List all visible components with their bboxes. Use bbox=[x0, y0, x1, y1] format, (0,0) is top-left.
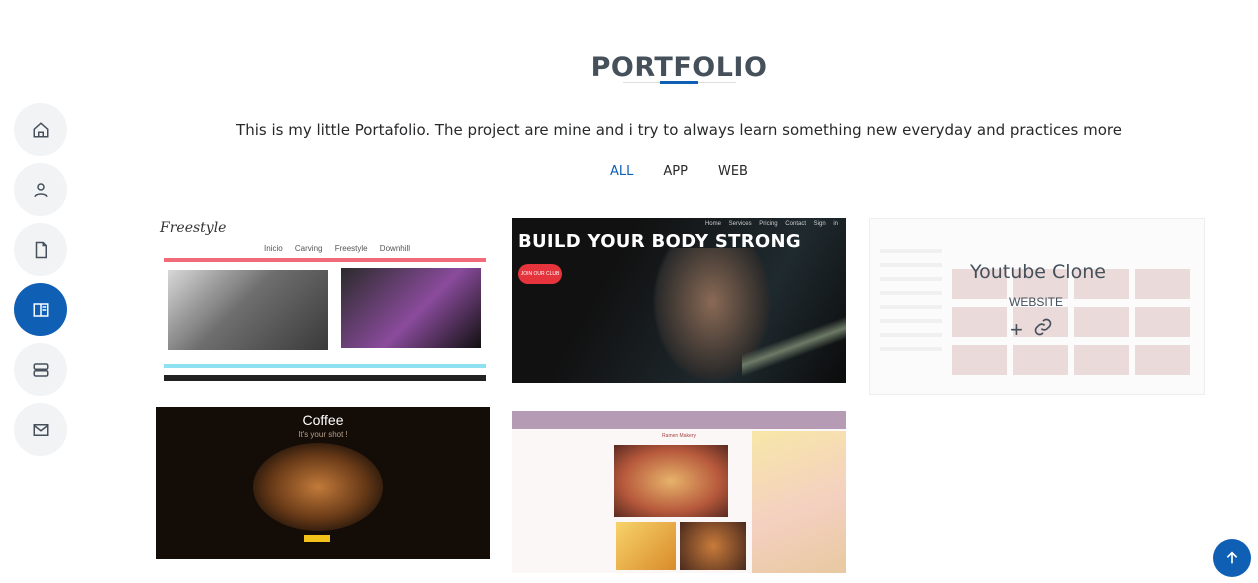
link-icon[interactable] bbox=[1033, 317, 1053, 343]
portfolio-item-freestyle[interactable]: Freestyle Inicio Carving Freestyle Downh… bbox=[156, 218, 490, 383]
portfolio-item-gym[interactable]: Home Services Pricing Contact Sign in BU… bbox=[512, 218, 846, 383]
filter-all[interactable]: ALL bbox=[608, 164, 635, 179]
back-to-top-button[interactable] bbox=[1213, 539, 1251, 577]
ramen-dish-image bbox=[680, 522, 746, 570]
portfolio-item-youtube-clone[interactable]: Youtube Clone WEBSITE + bbox=[869, 218, 1205, 395]
coffee-order-button bbox=[304, 535, 330, 542]
nav-contact-button[interactable] bbox=[14, 403, 67, 456]
portfolio-item-coffee[interactable]: Coffee It's your shot ! bbox=[156, 407, 490, 559]
nav-portfolio-button[interactable] bbox=[14, 283, 67, 336]
nav-resume-button[interactable] bbox=[14, 223, 67, 276]
section-title: PORTFOLIO bbox=[590, 52, 768, 84]
freestyle-bar-bottom bbox=[164, 364, 486, 368]
freestyle-menu: Inicio Carving Freestyle Downhill bbox=[264, 244, 411, 253]
freestyle-bar-top bbox=[164, 258, 486, 262]
coffee-subtitle: It's your shot ! bbox=[298, 430, 348, 439]
portfolio-filters: ALL APP WEB bbox=[0, 164, 1258, 179]
file-icon bbox=[35, 241, 47, 258]
freestyle-video-strip bbox=[164, 375, 486, 381]
project-actions: + bbox=[1010, 317, 1053, 343]
freestyle-logo: Freestyle bbox=[160, 220, 227, 236]
person-icon bbox=[33, 182, 48, 197]
section-subtitle: This is my little Portafolio. The projec… bbox=[236, 121, 1122, 139]
gym-nav: Home Services Pricing Contact Sign in bbox=[704, 221, 838, 227]
filter-web[interactable]: WEB bbox=[716, 164, 750, 179]
book-icon bbox=[33, 302, 48, 317]
freestyle-image-2 bbox=[341, 268, 481, 348]
arrow-up-icon bbox=[1226, 551, 1238, 564]
ramen-character-image bbox=[752, 431, 846, 573]
plus-icon[interactable]: + bbox=[1010, 317, 1023, 343]
side-navigation bbox=[14, 103, 67, 463]
gym-join-button: JOIN OUR CLUB bbox=[518, 264, 562, 284]
title-divider-accent bbox=[660, 81, 698, 84]
project-category: WEBSITE bbox=[1009, 295, 1064, 309]
project-title: Youtube Clone bbox=[970, 261, 1106, 283]
ramen-side-image bbox=[616, 522, 676, 570]
filter-app[interactable]: APP bbox=[661, 164, 690, 179]
envelope-icon bbox=[33, 423, 48, 436]
coffee-title: Coffee bbox=[302, 412, 344, 428]
coffee-beans-image bbox=[253, 443, 383, 531]
nav-services-button[interactable] bbox=[14, 343, 67, 396]
ramen-top-bar bbox=[512, 411, 846, 429]
gym-rope-image bbox=[742, 308, 846, 383]
freestyle-image-1 bbox=[168, 270, 328, 350]
portfolio-item-ramen[interactable]: Ramen Makery bbox=[512, 411, 846, 573]
ramen-bowl-image bbox=[614, 445, 728, 517]
server-icon bbox=[33, 362, 48, 377]
